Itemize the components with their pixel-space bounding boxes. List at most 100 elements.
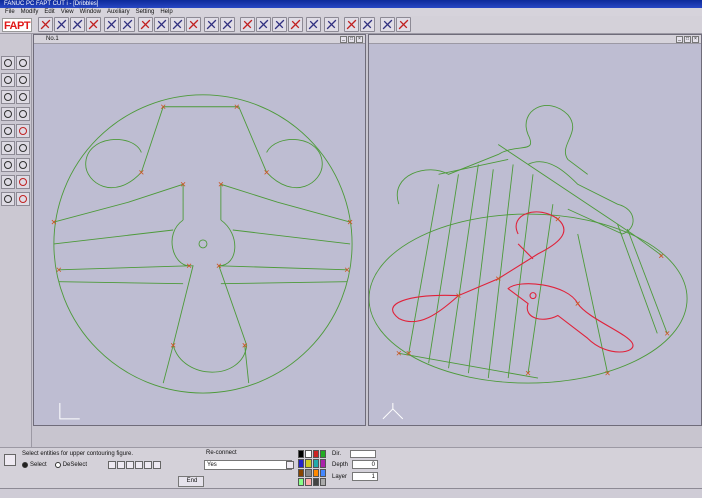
main-toolbar: FAPT	[0, 16, 702, 34]
tool-icon[interactable]	[306, 17, 321, 32]
prism-red-icon[interactable]	[16, 175, 30, 189]
layer-field[interactable]: 1	[352, 472, 378, 481]
palette-swatch[interactable]	[305, 450, 312, 459]
rectangle-icon[interactable]	[1, 90, 15, 104]
close-icon[interactable]: ×	[356, 36, 363, 43]
shape-icon[interactable]	[1, 124, 15, 138]
select-mode-icon[interactable]	[126, 461, 134, 469]
pointer-icon[interactable]	[108, 461, 116, 469]
menu-item-window[interactable]: Window	[77, 8, 104, 16]
point-icon[interactable]	[1, 56, 15, 70]
arrow-icon[interactable]	[104, 17, 119, 32]
maximize-icon[interactable]: □	[684, 36, 691, 43]
title-bar: FANUC PC FAPT CUT i - [Dribbles]	[0, 0, 702, 8]
select-mode-icon[interactable]	[135, 461, 143, 469]
line-icon[interactable]	[324, 17, 339, 32]
menu-item-edit[interactable]: Edit	[41, 8, 57, 16]
palette-swatch[interactable]	[312, 450, 319, 459]
palette-swatch[interactable]	[298, 459, 305, 468]
depth-field[interactable]: 0	[352, 460, 378, 469]
node-icon[interactable]	[138, 17, 153, 32]
layer-label: Layer	[332, 474, 348, 480]
palette-swatch[interactable]	[319, 450, 326, 459]
prompt-message: Select entities for upper contouring fig…	[22, 451, 134, 457]
arc-icon[interactable]	[16, 73, 30, 87]
redo-icon[interactable]	[86, 17, 101, 32]
prism-icon[interactable]	[1, 175, 15, 189]
spline-icon[interactable]	[1, 107, 15, 121]
curve-icon[interactable]	[344, 17, 359, 32]
select-mode-icon[interactable]	[153, 461, 161, 469]
palette-swatch[interactable]	[312, 459, 319, 468]
menu-item-modify[interactable]: Modify	[18, 8, 42, 16]
menu-item-view[interactable]: View	[58, 8, 77, 16]
circle-icon[interactable]	[1, 73, 15, 87]
palette-swatch[interactable]	[298, 450, 305, 459]
select-mode-icon[interactable]	[117, 461, 125, 469]
maximize-icon[interactable]: □	[348, 36, 355, 43]
palette-swatch[interactable]	[312, 477, 319, 486]
polygon-icon[interactable]	[16, 90, 30, 104]
pen-icon[interactable]	[360, 17, 375, 32]
minimize-icon[interactable]: _	[676, 36, 683, 43]
zoom-out-icon[interactable]	[396, 17, 411, 32]
palette-swatch[interactable]	[312, 468, 319, 477]
drawing-canvas-3d[interactable]	[369, 35, 701, 425]
color-palette[interactable]	[298, 450, 326, 486]
rotate-icon[interactable]	[220, 17, 235, 32]
palette-swatch[interactable]	[305, 459, 312, 468]
shape-red-icon[interactable]	[16, 124, 30, 138]
menu-item-help[interactable]: Help	[157, 8, 175, 16]
menu-item-auxiliary[interactable]: Auxiliary	[104, 8, 133, 16]
profile-icon[interactable]	[16, 158, 30, 172]
brush-icon[interactable]	[272, 17, 287, 32]
target-icon[interactable]	[154, 17, 169, 32]
dir-select[interactable]	[350, 450, 376, 458]
cross-icon[interactable]	[1, 192, 15, 206]
cross-icon[interactable]	[240, 17, 255, 32]
minimize-icon[interactable]: _	[340, 36, 347, 43]
palette-swatch[interactable]	[305, 477, 312, 486]
depth-label: Depth	[332, 462, 349, 468]
chevron-down-icon[interactable]	[286, 461, 294, 469]
reconnect-icon[interactable]	[288, 17, 303, 32]
outline-icon[interactable]	[16, 141, 30, 155]
menu-item-setting[interactable]: Setting	[133, 8, 158, 16]
palette-swatch[interactable]	[319, 477, 326, 486]
view-titlebar[interactable]: No.1 _ □ ×	[34, 35, 365, 44]
close-icon[interactable]: ×	[692, 36, 699, 43]
pointer-icon[interactable]	[38, 17, 53, 32]
view-titlebar[interactable]: _ □ ×	[369, 35, 701, 44]
view-window-2d[interactable]: No.1 _ □ ×	[33, 34, 366, 426]
hatch-icon[interactable]	[1, 158, 15, 172]
palette-swatch[interactable]	[305, 468, 312, 477]
menu-item-file[interactable]: File	[2, 8, 18, 16]
save-icon[interactable]	[54, 17, 69, 32]
status-bar	[0, 488, 702, 498]
palette-swatch[interactable]	[298, 477, 305, 486]
select-radio[interactable]	[22, 462, 28, 468]
move-icon[interactable]	[186, 17, 201, 32]
reconnect-select[interactable]: Yes	[204, 460, 292, 470]
gear-icon[interactable]	[16, 107, 30, 121]
deselect-radio[interactable]	[54, 462, 61, 468]
select-mode-icon[interactable]	[144, 461, 152, 469]
end-button[interactable]: End	[178, 476, 204, 487]
view-window-3d[interactable]: _ □ ×	[368, 34, 702, 426]
fit-icon[interactable]	[204, 17, 219, 32]
drawing-canvas-2d[interactable]	[34, 35, 365, 425]
fill-icon[interactable]	[1, 141, 15, 155]
cross-red-icon[interactable]	[16, 192, 30, 206]
line-icon[interactable]	[16, 56, 30, 70]
command-panel: Select entities for upper contouring fig…	[0, 447, 702, 488]
fapt-logo: FAPT	[2, 18, 32, 32]
pencil-icon[interactable]	[4, 454, 16, 466]
slant-icon[interactable]	[256, 17, 271, 32]
trim-icon[interactable]	[120, 17, 135, 32]
palette-swatch[interactable]	[319, 459, 326, 468]
palette-swatch[interactable]	[298, 468, 305, 477]
undo-icon[interactable]	[70, 17, 85, 32]
zoom-in-icon[interactable]	[380, 17, 395, 32]
palette-swatch[interactable]	[319, 468, 326, 477]
scale-icon[interactable]	[170, 17, 185, 32]
